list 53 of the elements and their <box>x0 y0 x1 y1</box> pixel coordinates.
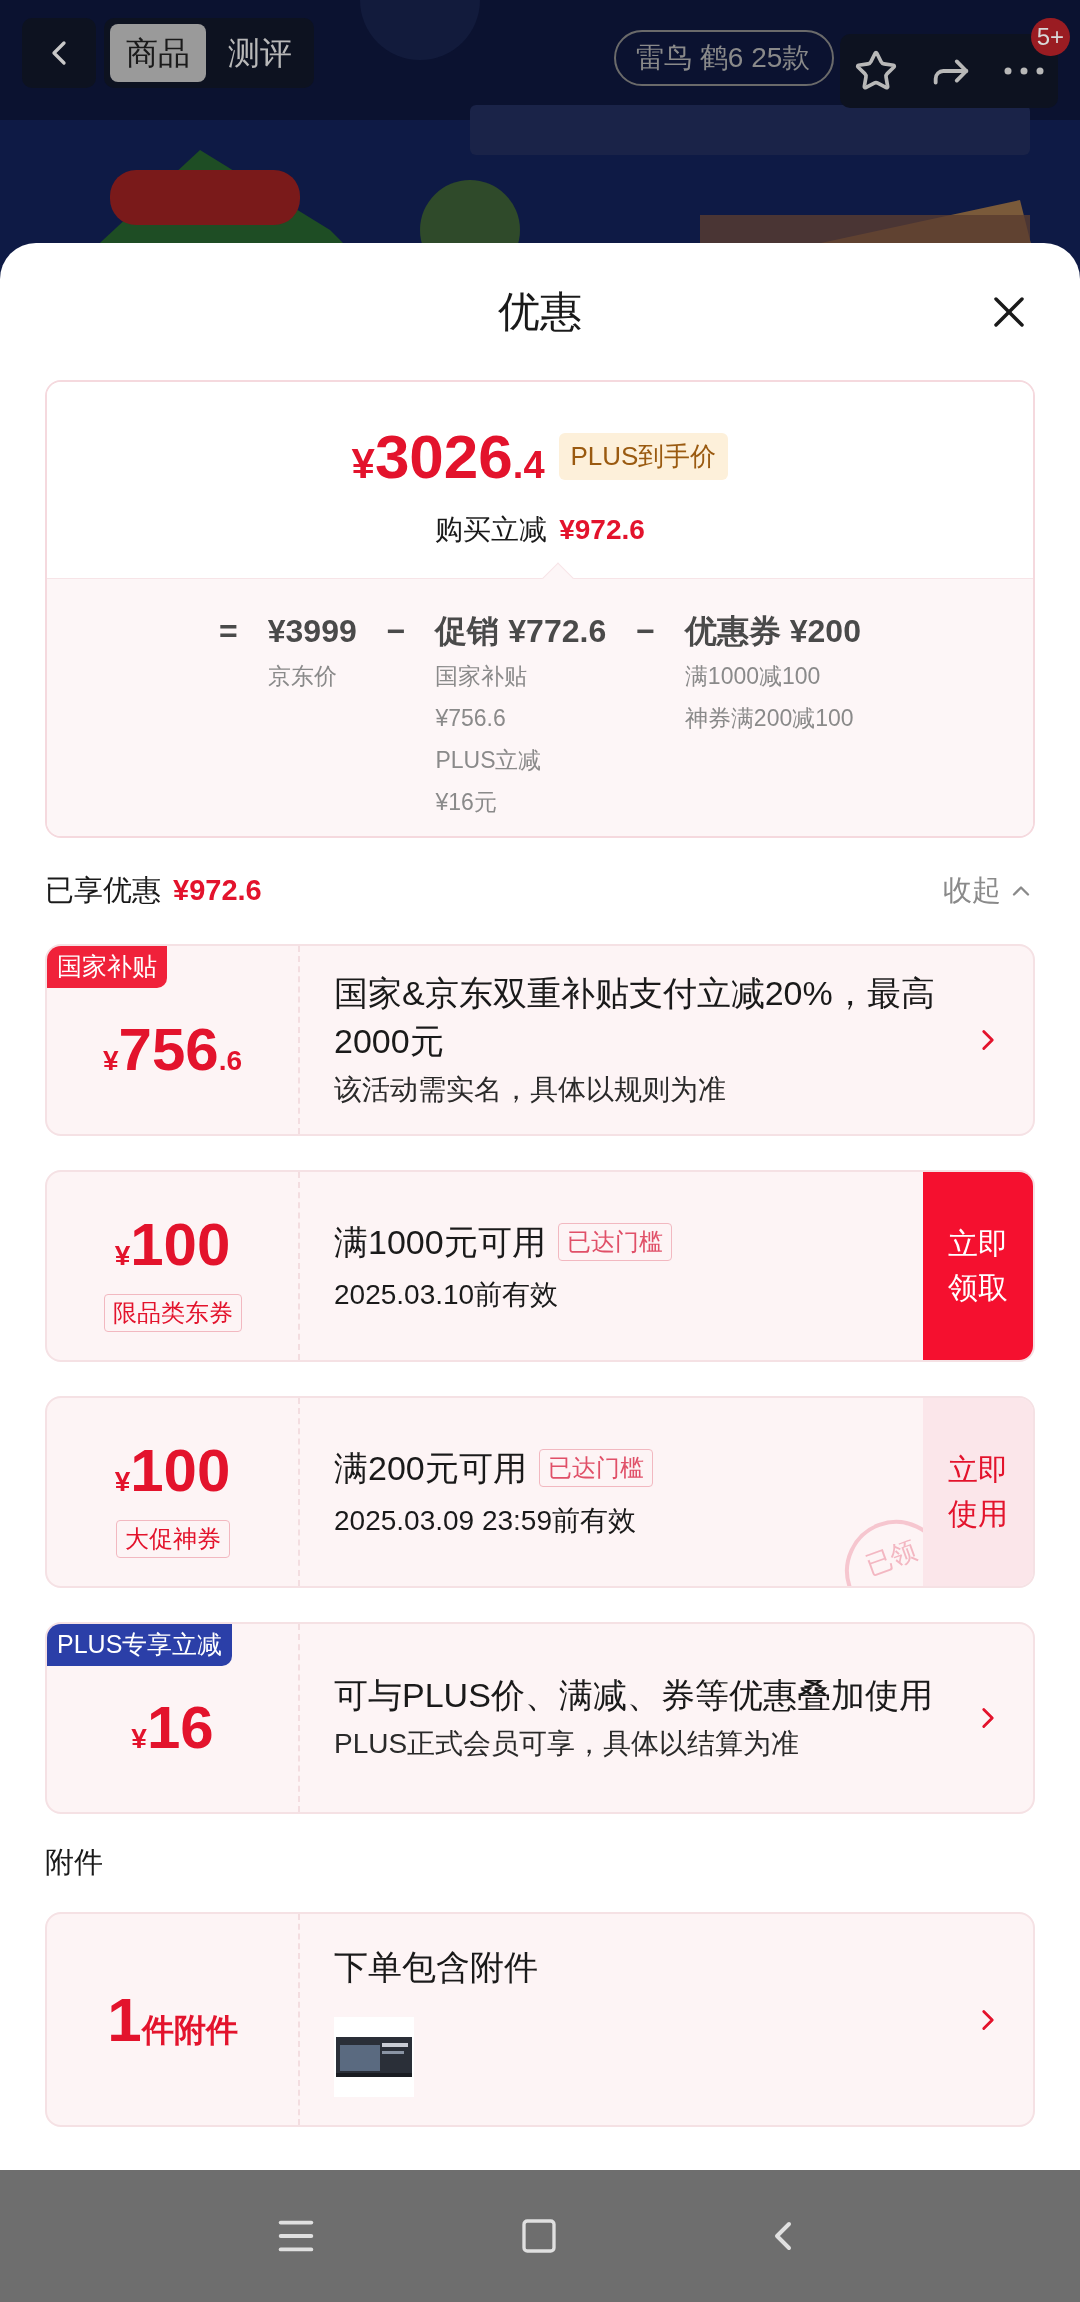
operator-sign: − <box>636 612 655 651</box>
offer-tag: 国家补贴 <box>47 946 167 988</box>
breakdown-detail: 满1000减100 <box>684 662 822 691</box>
collapse-toggle[interactable]: 收起 <box>943 869 1035 913</box>
breakdown-detail: 神券满200减100 <box>684 704 855 733</box>
coupon-condition: 满200元可用 <box>334 1447 527 1489</box>
breakdown-detail: ¥16元 <box>435 788 498 817</box>
tab[interactable]: 商品 <box>110 24 206 82</box>
offer-note: PLUS正式会员可享，具体以结算为准 <box>334 1727 801 1761</box>
search-field[interactable]: 雷鸟 鹤6 25款 <box>614 30 834 86</box>
offer-title: 可与PLUS价、满减、券等优惠叠加使用 <box>334 1675 934 1716</box>
section-label: 已享优惠 <box>45 873 161 909</box>
coupon-validity: 2025.03.09 23:59前有效 <box>334 1503 637 1538</box>
reduction-label: 购买立减 <box>435 512 548 547</box>
attachments-label: 附件 <box>45 1845 103 1881</box>
coupon-condition: 满1000元可用 <box>334 1221 546 1263</box>
back-button[interactable] <box>22 18 96 88</box>
threshold-badge: 已达门槛 <box>557 1223 672 1261</box>
breakdown-heading: ¥3999 <box>267 612 357 651</box>
operator-sign: = <box>219 612 238 651</box>
section-amount: ¥972.6 <box>173 873 262 909</box>
operator-sign: − <box>386 612 406 651</box>
attachment-count: 1件附件 <box>107 1984 238 2056</box>
attachment-title: 下单包含附件 <box>334 1947 539 1988</box>
breakdown-detail: PLUS立减 <box>435 746 543 775</box>
threshold-badge: 已达门槛 <box>538 1449 653 1487</box>
offer-tag: PLUS专享立减 <box>47 1624 233 1666</box>
breakdown-detail: 京东价 <box>267 662 338 691</box>
tab[interactable]: 测评 <box>212 24 308 82</box>
breakdown-detail: 国家补贴 <box>435 662 529 691</box>
offer-amount: ¥16 <box>131 1693 214 1763</box>
coupon-type-label: 限品类东券 <box>103 1294 242 1332</box>
offer-note: 该活动需实名，具体以规则为准 <box>334 1073 727 1107</box>
breakdown-detail: ¥756.6 <box>435 704 507 733</box>
offer-amount: ¥100 <box>114 1436 231 1506</box>
offer-card[interactable]: 国家补贴 ¥756.6 国家&京东双重补贴支付立减20%，最高2000元 该活动需实名，具体以规则为准 <box>45 944 1035 1136</box>
more-icon[interactable] <box>1004 67 1044 75</box>
price-tag: PLUS到手价 <box>558 432 729 480</box>
attachment-card[interactable]: 1件附件 下单包含附件 <box>45 1912 1035 2127</box>
offer-card[interactable]: PLUS专享立减 ¥16 可与PLUS价、满减、券等优惠叠加使用 PLUS正式会员可享，具体以结算为准 <box>45 1622 1035 1814</box>
coupon-action-button[interactable]: 立即使用 <box>923 1398 1033 1586</box>
offer-amount: ¥756.6 <box>102 1015 242 1085</box>
breakdown-heading: 促销 ¥772.6 <box>435 612 607 651</box>
offer-title: 国家&京东双重补贴支付立减20%，最高2000元 <box>334 973 936 1062</box>
coupon-action-button[interactable]: 立即领取 <box>923 1172 1033 1360</box>
coupon-type-label: 大促神券 <box>115 1520 230 1558</box>
sheet-title: 优惠 <box>498 287 582 337</box>
reduction-amount: ¥972.6 <box>559 512 645 547</box>
home-icon[interactable] <box>519 2216 559 2256</box>
coupon-validity: 2025.03.10前有效 <box>334 1277 560 1312</box>
final-price: ¥3026.4 <box>351 420 545 493</box>
breakdown-heading: 优惠券 ¥200 <box>684 612 861 651</box>
offer-amount: ¥100 <box>114 1210 231 1280</box>
